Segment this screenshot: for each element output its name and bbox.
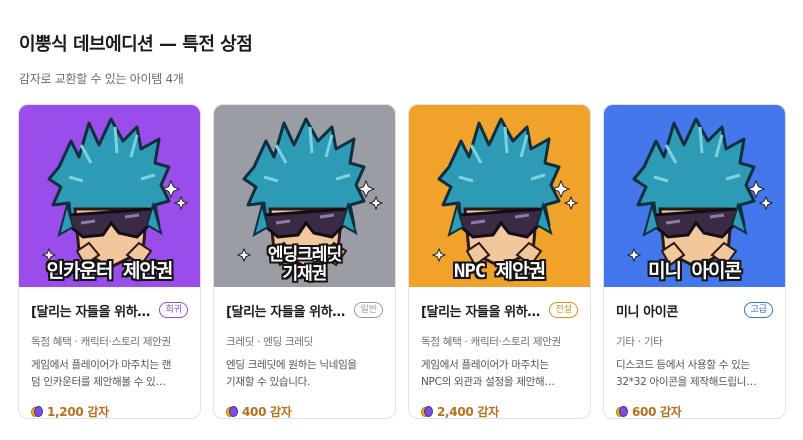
thumbnail-banner-text: 엔딩크레딧 기재권 [214,246,395,284]
item-name: [달리는 자들을 위하… [31,304,150,320]
item-name: [달리는 자들을 위하… [226,304,345,320]
item-description: 게임에서 플레이어가 마주치는 랜 덤 인카운터를 제안해볼 수 있… [31,357,188,391]
item-card[interactable]: NPC 제안권 [달리는 자들을 위하… 전설 독점 혜택 · 캐릭터·스토리 … [408,104,591,419]
item-price: 1,200 감자 [31,403,188,419]
rarity-badge: 희귀 [159,302,188,318]
item-description-line: 디스코드 등에서 사용할 수 있는 [616,359,750,371]
item-description-line: 32*32 아이콘을 제작해드립니… [616,376,757,388]
item-card[interactable]: 미니 아이콘 미니 아이콘 고급 기타 · 기타 디스코드 등에서 사용할 수 … [603,104,786,419]
item-category: 독점 혜택 · 캐릭터·스토리 제안권 [421,336,561,348]
rarity-badge: 일반 [354,302,383,318]
rarity-badge: 전설 [549,302,578,318]
item-card[interactable]: 인카운터 제안권 [달리는 자들을 위하… 희귀 독점 혜택 · 캐릭터·스토리… [18,104,201,419]
price-label: 1,200 감자 [47,405,109,419]
item-description: 게임에서 플레이어가 마주치는 NPC의 외관과 설정을 제안해… [421,357,578,391]
shop-header: 이뿡식 데브에디션 — 특전 상점 감자로 교환할 수 있는 아이템 4개 [19,30,253,87]
price-label: 400 감자 [242,405,292,419]
item-thumbnail: 엔딩크레딧 기재권 [214,105,395,287]
item-description-line: 게임에서 플레이어가 마주치는 [421,359,549,371]
potato-coin-icon [616,405,628,418]
page-title: 이뿡식 데브에디션 — 특전 상점 [19,34,253,55]
item-description-line: 게임에서 플레이어가 마주치는 랜 [31,359,172,371]
item-description: 엔딩 크레딧에 원하는 닉네임을 기재할 수 있습니다. [226,357,383,391]
thumbnail-banner-text: NPC 제안권 [453,260,546,282]
page-subtitle: 감자로 교환할 수 있는 아이템 4개 [19,72,184,86]
item-price: 2,400 감자 [421,403,578,419]
item-price: 400 감자 [226,403,383,419]
item-price: 600 감자 [616,403,773,419]
item-description-line: 기재할 수 있습니다. [226,376,310,388]
item-category: 기타 · 기타 [616,336,663,348]
thumbnail-banner-line: 엔딩크레딧 [267,245,342,265]
item-list: 인카운터 제안권 [달리는 자들을 위하… 희귀 독점 혜택 · 캐릭터·스토리… [18,104,786,419]
item-card[interactable]: 엔딩크레딧 기재권 [달리는 자들을 위하… 일반 크레딧 · 엔딩 크레딧 엔… [213,104,396,419]
item-category: 독점 혜택 · 캐릭터·스토리 제안권 [31,336,171,348]
item-name: [달리는 자들을 위하… [421,304,540,320]
item-name: 미니 아이콘 [616,304,678,320]
item-thumbnail: 미니 아이콘 [604,105,785,287]
thumbnail-banner-text: 미니 아이콘 [648,260,742,282]
item-description: 디스코드 등에서 사용할 수 있는 32*32 아이콘을 제작해드립니… [616,357,773,391]
price-label: 2,400 감자 [437,405,499,419]
thumbnail-banner-text: 인카운터 제안권 [46,260,174,282]
item-description-line: NPC의 외관과 설정을 제안해… [421,376,555,388]
potato-coin-icon [226,405,238,418]
item-category: 크레딧 · 엔딩 크레딧 [226,336,314,348]
potato-coin-icon [31,405,43,418]
rarity-badge: 고급 [744,302,773,318]
item-thumbnail: 인카운터 제안권 [19,105,200,287]
item-description-line: 엔딩 크레딧에 원하는 닉네임을 [226,359,357,371]
price-label: 600 감자 [632,405,682,419]
item-thumbnail: NPC 제안권 [409,105,590,287]
item-description-line: 덤 인카운터를 제안해볼 수 있… [31,376,166,388]
potato-coin-icon [421,405,433,418]
thumbnail-banner-line: 기재권 [282,264,328,284]
